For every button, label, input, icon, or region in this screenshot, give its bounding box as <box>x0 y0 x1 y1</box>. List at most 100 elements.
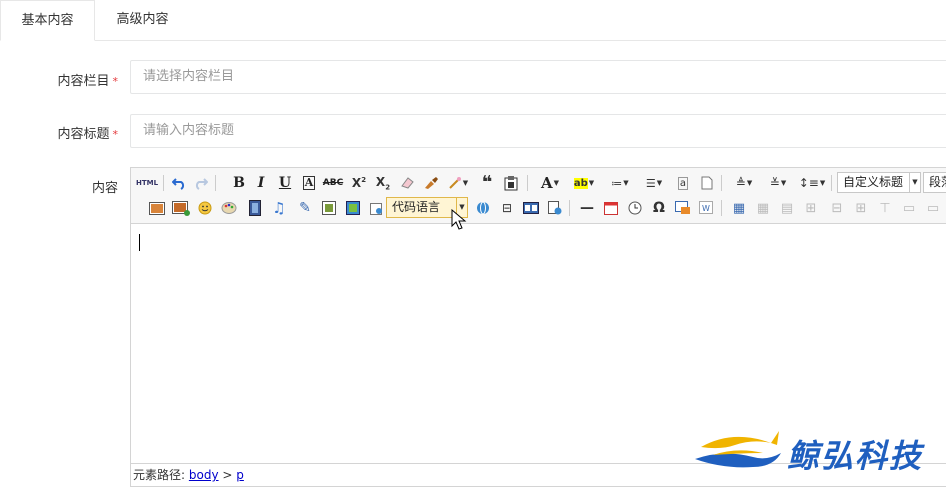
clock-icon <box>628 201 642 215</box>
insert-time-button[interactable] <box>625 197 645 219</box>
background-color-button[interactable]: ab ▼ <box>569 172 599 194</box>
redo-button[interactable] <box>191 172 211 194</box>
superscript-button[interactable]: X2 <box>349 172 369 194</box>
scrawl-button[interactable] <box>219 197 239 219</box>
insert-music-button[interactable]: ♫ <box>269 197 289 219</box>
ordered-list-icon: ≔ <box>611 176 623 190</box>
subscript-button[interactable]: X2 <box>373 172 393 194</box>
text-caret <box>139 234 140 251</box>
template-button[interactable]: ⊟ <box>497 197 517 219</box>
whale-logo-icon <box>695 431 781 468</box>
merge-cells-icon: ▭ <box>902 200 916 216</box>
special-char-button[interactable]: Ω <box>649 197 669 219</box>
word-icon: W <box>699 201 713 214</box>
insert-image-button[interactable] <box>147 197 167 219</box>
category-label: 内容栏目 * <box>0 70 118 89</box>
chevron-down-icon: ▼ <box>656 179 663 187</box>
multi-image-button[interactable] <box>171 197 191 219</box>
brush-icon <box>425 177 438 189</box>
ordered-list-button[interactable]: ≔ ▼ <box>605 172 635 194</box>
chevron-down-icon: ▼ <box>553 179 560 187</box>
page-break-icon <box>370 203 382 215</box>
merge-right-icon: ▭ <box>926 200 940 216</box>
underline-icon: U <box>278 175 292 191</box>
clear-doc-button[interactable] <box>697 172 717 194</box>
code-language-value: 代码语言 <box>392 200 441 214</box>
format-painter-button[interactable] <box>421 172 441 194</box>
subscript-icon: X2 <box>375 174 391 192</box>
row-spacing-bottom-button[interactable]: ≚ ▼ <box>763 172 793 194</box>
calendar-icon <box>604 202 618 215</box>
tab-basic-content[interactable]: 基本内容 <box>0 0 95 41</box>
web-image-button[interactable] <box>521 197 541 219</box>
category-label-text: 内容栏目 <box>57 74 110 89</box>
music-icon: ♫ <box>272 199 286 217</box>
chevron-down-icon: ▼ <box>819 179 826 187</box>
word-image-button[interactable] <box>673 197 693 219</box>
paste-plain-button[interactable] <box>501 172 521 194</box>
unordered-list-button[interactable]: ☰ ▼ <box>639 172 669 194</box>
attachment-button[interactable]: ✎ <box>295 197 315 219</box>
delete-col-button[interactable]: ⊤ <box>875 197 895 219</box>
font-color-icon: A <box>540 174 553 192</box>
insert-frame-button[interactable] <box>319 197 339 219</box>
title-input[interactable]: 请输入内容标题 <box>130 114 946 148</box>
undo-button[interactable] <box>169 172 189 194</box>
insert-table-button[interactable]: ▦ <box>729 197 749 219</box>
custom-heading-select[interactable]: 自定义标题 ▼ <box>837 172 921 193</box>
row-spacing-top-button[interactable]: ≜ ▼ <box>729 172 759 194</box>
word-image-icon <box>675 201 690 214</box>
snapshot-icon <box>548 201 562 215</box>
insert-col-button[interactable]: ⊞ <box>851 197 871 219</box>
font-color-button[interactable]: A ▼ <box>535 172 565 194</box>
required-mark: * <box>112 75 119 88</box>
chevron-down-icon: ▼ <box>462 179 469 187</box>
italic-button[interactable]: I <box>251 172 271 194</box>
spacing-top-icon: ≜ <box>735 176 746 190</box>
watermark: 鲸弘科技 <box>693 425 943 475</box>
insert-row-button[interactable]: ⊞ <box>801 197 821 219</box>
merge-right-button[interactable]: ▭ <box>923 197 943 219</box>
insert-paragraph-before-table-button[interactable]: ▤ <box>777 197 797 219</box>
import-word-button[interactable]: W <box>697 197 717 219</box>
paperclip-icon: ✎ <box>299 200 311 216</box>
line-height-button[interactable]: ↕≡ ▼ <box>797 172 827 194</box>
palette-icon <box>221 202 237 214</box>
smiley-icon <box>198 201 212 215</box>
page-break-button[interactable] <box>367 197 387 219</box>
paragraph-format-select[interactable]: 段落 <box>923 172 946 193</box>
chevron-down-icon: ▼ <box>588 179 595 187</box>
auto-typeset-button[interactable]: ▼ <box>445 172 471 194</box>
images-icon <box>172 200 190 216</box>
quote-icon: ❝ <box>481 172 493 193</box>
blockquote-button[interactable]: ❝ <box>477 172 497 194</box>
magic-wand-icon <box>449 177 461 189</box>
toolbar-separator <box>721 200 722 216</box>
delete-row-button[interactable]: ⊟ <box>827 197 847 219</box>
html-source-button[interactable]: HTML <box>135 172 159 194</box>
insert-video-button[interactable] <box>245 197 265 219</box>
map-button[interactable] <box>473 197 493 219</box>
delete-table-button[interactable]: ▦ <box>753 197 773 219</box>
strikethrough-button[interactable]: ABC <box>323 172 343 194</box>
emotion-button[interactable] <box>195 197 215 219</box>
font-border-button[interactable]: A <box>299 172 319 194</box>
merge-cells-button[interactable]: ▭ <box>899 197 919 219</box>
insert-date-button[interactable] <box>601 197 621 219</box>
image-icon <box>149 201 165 215</box>
element-path-p-link[interactable]: p <box>236 468 244 482</box>
background-button[interactable] <box>343 197 363 219</box>
element-path-body-link[interactable]: body <box>189 468 219 482</box>
highlight-icon: ab <box>573 177 588 189</box>
snap-button[interactable] <box>545 197 565 219</box>
font-border-icon: A <box>302 176 316 190</box>
undo-icon <box>172 178 185 190</box>
bold-button[interactable]: B <box>229 172 249 194</box>
select-all-button[interactable]: a <box>673 172 693 194</box>
underline-button[interactable]: U <box>275 172 295 194</box>
remove-format-button[interactable] <box>397 172 417 194</box>
horizontal-rule-button[interactable]: — <box>577 197 597 219</box>
tab-advanced-content[interactable]: 高级内容 <box>95 0 190 41</box>
category-select[interactable]: 请选择内容栏目 <box>130 60 946 94</box>
chevron-down-icon: ▼ <box>780 179 787 187</box>
